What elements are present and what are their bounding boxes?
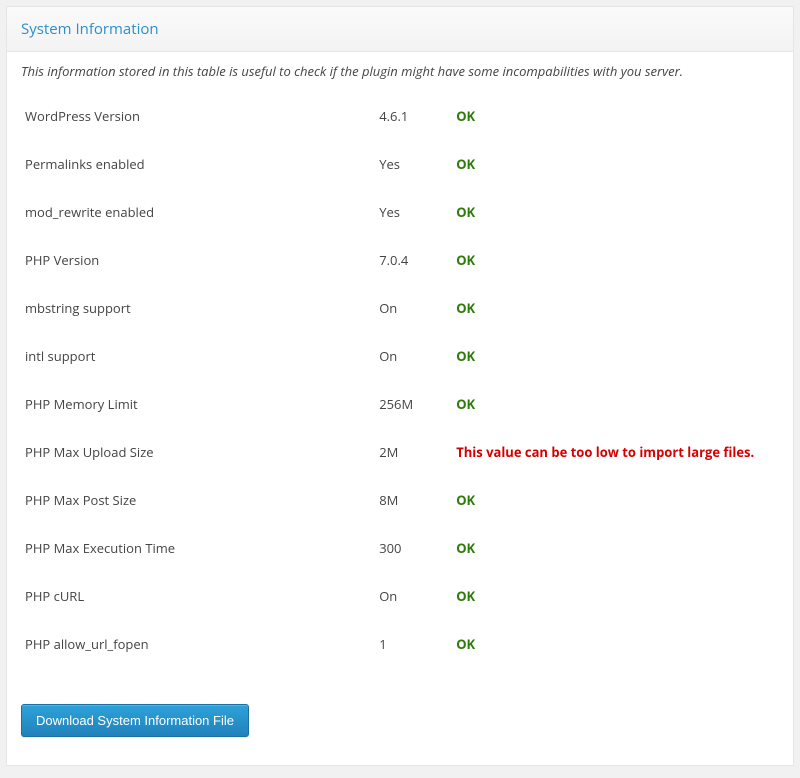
row-label: mbstring support xyxy=(15,284,369,332)
table-row: PHP allow_url_fopen1OK xyxy=(15,620,785,668)
system-info-panel: System Information This information stor… xyxy=(6,6,794,766)
row-value: 2M xyxy=(369,428,446,476)
status-ok: OK xyxy=(446,332,785,380)
row-label: PHP Max Upload Size xyxy=(15,428,369,476)
button-row: Download System Information File xyxy=(7,686,793,755)
table-row: PHP Max Post Size8MOK xyxy=(15,476,785,524)
status-ok: OK xyxy=(446,524,785,572)
row-value: On xyxy=(369,332,446,380)
row-label: WordPress Version xyxy=(15,92,369,140)
table-row: PHP Max Execution Time300OK xyxy=(15,524,785,572)
status-ok: OK xyxy=(446,620,785,668)
panel-description: This information stored in this table is… xyxy=(7,52,793,86)
row-label: PHP Max Post Size xyxy=(15,476,369,524)
table-row: PHP Memory Limit256MOK xyxy=(15,380,785,428)
system-info-table: WordPress Version4.6.1OKPermalinks enabl… xyxy=(15,92,785,668)
row-value: 1 xyxy=(369,620,446,668)
download-system-info-button[interactable]: Download System Information File xyxy=(21,704,249,737)
row-value: On xyxy=(369,284,446,332)
panel-title: System Information xyxy=(7,7,793,52)
row-label: PHP Memory Limit xyxy=(15,380,369,428)
row-value: Yes xyxy=(369,188,446,236)
row-label: PHP allow_url_fopen xyxy=(15,620,369,668)
row-label: intl support xyxy=(15,332,369,380)
row-label: PHP Max Execution Time xyxy=(15,524,369,572)
table-row: WordPress Version4.6.1OK xyxy=(15,92,785,140)
status-warning: This value can be too low to import larg… xyxy=(446,428,785,476)
row-value: 7.0.4 xyxy=(369,236,446,284)
status-ok: OK xyxy=(446,140,785,188)
status-ok: OK xyxy=(446,236,785,284)
table-row: PHP Version7.0.4OK xyxy=(15,236,785,284)
table-row: PHP cURLOnOK xyxy=(15,572,785,620)
row-value: On xyxy=(369,572,446,620)
row-label: PHP Version xyxy=(15,236,369,284)
row-value: 300 xyxy=(369,524,446,572)
status-ok: OK xyxy=(446,572,785,620)
status-ok: OK xyxy=(446,476,785,524)
table-row: PHP Max Upload Size2MThis value can be t… xyxy=(15,428,785,476)
row-value: Yes xyxy=(369,140,446,188)
status-ok: OK xyxy=(446,92,785,140)
status-ok: OK xyxy=(446,380,785,428)
table-row: mod_rewrite enabledYesOK xyxy=(15,188,785,236)
status-ok: OK xyxy=(446,284,785,332)
row-label: mod_rewrite enabled xyxy=(15,188,369,236)
table-row: mbstring supportOnOK xyxy=(15,284,785,332)
system-info-table-wrap: WordPress Version4.6.1OKPermalinks enabl… xyxy=(7,86,793,686)
row-value: 256M xyxy=(369,380,446,428)
status-ok: OK xyxy=(446,188,785,236)
row-value: 4.6.1 xyxy=(369,92,446,140)
row-label: Permalinks enabled xyxy=(15,140,369,188)
table-row: Permalinks enabledYesOK xyxy=(15,140,785,188)
row-label: PHP cURL xyxy=(15,572,369,620)
table-row: intl supportOnOK xyxy=(15,332,785,380)
row-value: 8M xyxy=(369,476,446,524)
